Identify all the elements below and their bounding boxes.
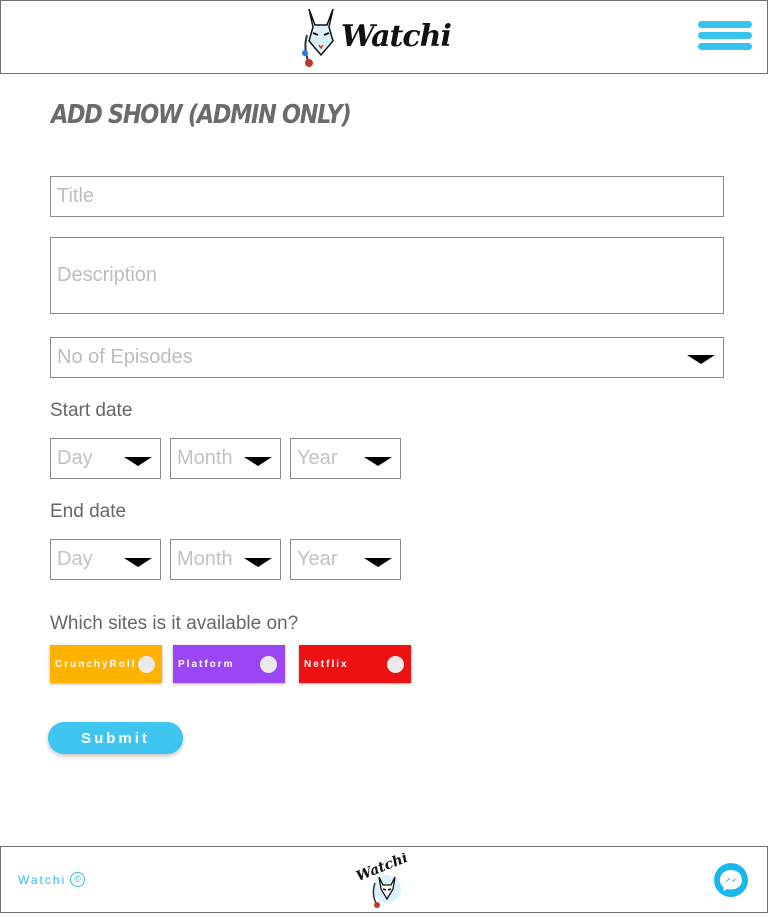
description-placeholder: Description: [57, 264, 158, 286]
page-title: Add Show (Admin Only): [51, 100, 352, 130]
end-year-select[interactable]: Year: [290, 539, 401, 580]
year-placeholder: Year: [297, 447, 338, 469]
title-input[interactable]: Title: [50, 176, 724, 217]
day-placeholder: Day: [57, 548, 93, 570]
submit-button[interactable]: Submit: [48, 722, 183, 754]
toggle-knob[interactable]: [387, 656, 404, 673]
copyright-text: Watchi: [18, 872, 67, 887]
chevron-down-icon: [244, 558, 272, 567]
hamburger-menu-icon[interactable]: [698, 21, 752, 51]
chat-bubble-icon: [720, 870, 742, 891]
month-placeholder: Month: [177, 548, 233, 570]
chevron-down-icon: [364, 457, 392, 466]
toggle-label: Platform: [178, 658, 235, 670]
start-day-select[interactable]: Day: [50, 438, 161, 479]
brand-name: Watchi: [341, 19, 452, 54]
day-placeholder: Day: [57, 447, 93, 469]
chevron-down-icon: [124, 457, 152, 466]
description-input[interactable]: Description: [50, 237, 724, 314]
platform-toggle[interactable]: Platform: [173, 645, 285, 683]
start-year-select[interactable]: Year: [290, 438, 401, 479]
end-month-select[interactable]: Month: [170, 539, 281, 580]
toggle-knob[interactable]: [260, 656, 277, 673]
menu-bar: [698, 43, 752, 50]
chevron-down-icon: [124, 558, 152, 567]
chevron-down-icon: [244, 457, 272, 466]
episodes-placeholder: No of Episodes: [57, 346, 193, 368]
footer-logo[interactable]: Watchi: [353, 850, 413, 909]
messenger-icon[interactable]: [714, 863, 748, 897]
crunchyroll-toggle[interactable]: CrunchyRoll: [50, 645, 162, 683]
toggle-label: CrunchyRoll: [55, 658, 137, 670]
menu-bar: [698, 32, 752, 39]
episodes-select[interactable]: No of Episodes: [50, 337, 724, 378]
fox-mask-icon: [302, 8, 334, 67]
fox-mask-icon: Watchi: [354, 850, 410, 908]
header: Watchi: [0, 0, 768, 74]
title-placeholder: Title: [57, 185, 95, 207]
menu-bar: [698, 21, 752, 28]
start-month-select[interactable]: Month: [170, 438, 281, 479]
copyright-icon: ©: [70, 872, 86, 887]
end-date-label: End date: [50, 501, 127, 522]
chevron-down-icon: [364, 558, 392, 567]
toggle-label: Netflix: [304, 658, 349, 670]
brand-logo[interactable]: Watchi: [299, 5, 452, 69]
footer: Watchi © Watchi: [0, 846, 768, 913]
end-day-select[interactable]: Day: [50, 539, 161, 580]
month-placeholder: Month: [177, 447, 233, 469]
chevron-down-icon: [687, 355, 715, 364]
netflix-toggle[interactable]: Netflix: [299, 645, 411, 683]
sites-label: Which sites is it available on?: [50, 613, 299, 634]
toggle-knob[interactable]: [138, 656, 155, 673]
year-placeholder: Year: [297, 548, 338, 570]
copyright[interactable]: Watchi ©: [18, 872, 86, 887]
start-date-label: Start date: [50, 400, 133, 421]
